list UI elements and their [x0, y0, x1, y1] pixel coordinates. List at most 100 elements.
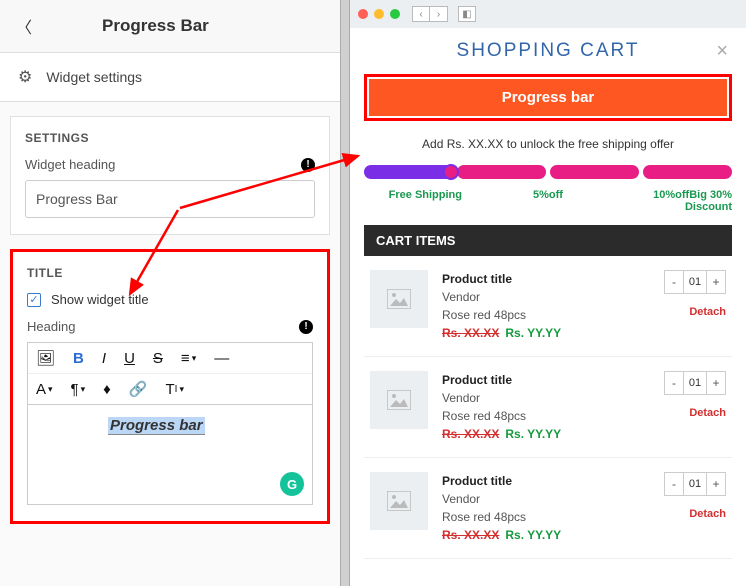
qty-stepper[interactable]: -01+	[664, 472, 726, 496]
progress-knob-icon	[443, 164, 459, 180]
widget-heading-input[interactable]	[25, 180, 315, 218]
panel-header: 〈 Progress Bar	[0, 0, 340, 53]
item-info: Product titleVendorRose red 48pcs Rs. XX.…	[442, 270, 650, 342]
window-minimize-icon[interactable]	[374, 9, 384, 19]
widget-heading-label: Widget heading	[25, 157, 115, 172]
settings-panel: 〈 Progress Bar ⚙ Widget settings SETTING…	[0, 0, 340, 586]
font-button[interactable]: A▾	[36, 381, 53, 398]
close-icon[interactable]: ×	[716, 40, 728, 63]
paragraph-button[interactable]: ¶▾	[71, 381, 86, 398]
settings-section: SETTINGS Widget heading !	[10, 116, 330, 235]
item-thumb	[370, 371, 428, 429]
strikethrough-button[interactable]: S	[153, 350, 163, 367]
qty-plus-button[interactable]: +	[707, 473, 725, 495]
item-price-new: Rs. YY.YY	[505, 427, 561, 441]
progress-bar-highlight: Progress bar	[364, 74, 732, 121]
item-price-old: Rs. XX.XX	[442, 427, 499, 441]
info-icon[interactable]: !	[299, 320, 313, 334]
heading-editor[interactable]: Progress bar G	[27, 405, 313, 505]
qty-minus-button[interactable]: -	[665, 271, 683, 293]
detach-link[interactable]: Detach	[664, 508, 726, 520]
sidebar-toggle-icon[interactable]: ◧	[458, 6, 476, 22]
heading-label: Heading	[27, 319, 75, 334]
show-widget-title-label: Show widget title	[51, 292, 149, 307]
item-variant: Rose red 48pcs	[442, 306, 650, 324]
widget-settings-row[interactable]: ⚙ Widget settings	[0, 53, 340, 102]
cart-title: SHOPPING CART	[457, 40, 640, 62]
qty-plus-button[interactable]: +	[707, 271, 725, 293]
preview-panel: ‹ › ◧ SHOPPING CART × Progress bar Add R…	[350, 0, 746, 586]
progress-label: 10%offBig 30% Discount	[609, 189, 732, 213]
qty-value: 01	[683, 271, 707, 293]
widget-settings-label: Widget settings	[46, 69, 142, 85]
item-title: Product title	[442, 270, 650, 288]
item-price-new: Rs. YY.YY	[505, 326, 561, 340]
window-maximize-icon[interactable]	[390, 9, 400, 19]
qty-minus-button[interactable]: -	[665, 473, 683, 495]
item-price-old: Rs. XX.XX	[442, 528, 499, 542]
align-button[interactable]: ≡▾	[181, 350, 196, 367]
back-icon[interactable]: 〈	[16, 14, 32, 38]
item-vendor: Vendor	[442, 490, 650, 508]
item-vendor: Vendor	[442, 288, 650, 306]
window-close-icon[interactable]	[358, 9, 368, 19]
item-title: Product title	[442, 371, 650, 389]
editor-toolbar: 🖼 B I U S ≡▾ — A▾ ¶▾ ♦ 🔗 TI▾	[27, 342, 313, 405]
item-thumb	[370, 472, 428, 530]
item-vendor: Vendor	[442, 389, 650, 407]
cart-items-list: Product titleVendorRose red 48pcsRs. XX.…	[364, 256, 732, 559]
settings-section-title: SETTINGS	[25, 131, 315, 145]
cart-items-header: CART ITEMS	[364, 225, 732, 256]
detach-link[interactable]: Detach	[664, 407, 726, 419]
item-info: Product titleVendorRose red 48pcs Rs. XX.…	[442, 472, 650, 544]
color-button[interactable]: ♦	[103, 381, 111, 398]
item-price-old: Rs. XX.XX	[442, 326, 499, 340]
progress-track	[364, 165, 732, 189]
item-title: Product title	[442, 472, 650, 490]
progress-bar-widget: Progress bar	[369, 79, 727, 116]
qty-stepper[interactable]: -01+	[664, 270, 726, 294]
title-section: TITLE ✓ Show widget title Heading ! 🖼 B …	[10, 249, 330, 524]
qty-value: 01	[683, 372, 707, 394]
cart-preview: SHOPPING CART × Progress bar Add Rs. XX.…	[350, 28, 746, 559]
nav-forward-icon[interactable]: ›	[430, 6, 448, 22]
progress-segment	[550, 165, 639, 179]
item-actions: -01+ Detach	[664, 472, 726, 544]
hr-button[interactable]: —	[214, 350, 229, 367]
item-actions: -01+ Detach	[664, 371, 726, 443]
item-actions: -01+ Detach	[664, 270, 726, 342]
item-info: Product titleVendorRose red 48pcsRs. XX.…	[442, 371, 650, 443]
panel-divider[interactable]	[340, 0, 350, 586]
cart-item: Product titleVendorRose red 48pcs Rs. XX.…	[364, 256, 732, 357]
progress-label: 5%off	[487, 189, 610, 213]
cart-item: Product titleVendorRose red 48pcs Rs. XX.…	[364, 458, 732, 559]
cart-item: Product titleVendorRose red 48pcsRs. XX.…	[364, 357, 732, 458]
unlock-text: Add Rs. XX.XX to unlock the free shippin…	[364, 125, 732, 165]
checkbox-icon[interactable]: ✓	[27, 293, 41, 307]
text-format-button[interactable]: TI▾	[165, 381, 183, 398]
bold-button[interactable]: B	[73, 350, 84, 367]
link-button[interactable]: 🔗	[129, 380, 148, 398]
qty-minus-button[interactable]: -	[665, 372, 683, 394]
progress-segment	[457, 165, 546, 179]
panel-title: Progress Bar	[102, 16, 209, 36]
item-variant: Rose red 48pcs	[442, 508, 650, 526]
progress-label: Free Shipping	[364, 189, 487, 213]
item-thumb	[370, 270, 428, 328]
detach-link[interactable]: Detach	[664, 306, 726, 318]
gear-icon: ⚙	[18, 67, 32, 87]
grammarly-icon[interactable]: G	[280, 472, 304, 496]
qty-stepper[interactable]: -01+	[664, 371, 726, 395]
editor-text[interactable]: Progress bar	[108, 417, 205, 435]
title-section-title: TITLE	[27, 266, 313, 280]
italic-button[interactable]: I	[102, 350, 106, 367]
progress-segment	[364, 165, 453, 179]
qty-value: 01	[683, 473, 707, 495]
underline-button[interactable]: U	[124, 350, 135, 367]
progress-segment	[643, 165, 732, 179]
show-widget-title-row[interactable]: ✓ Show widget title	[27, 292, 313, 307]
qty-plus-button[interactable]: +	[707, 372, 725, 394]
nav-back-icon[interactable]: ‹	[412, 6, 430, 22]
image-icon[interactable]: 🖼	[36, 349, 55, 367]
info-icon[interactable]: !	[301, 158, 315, 172]
